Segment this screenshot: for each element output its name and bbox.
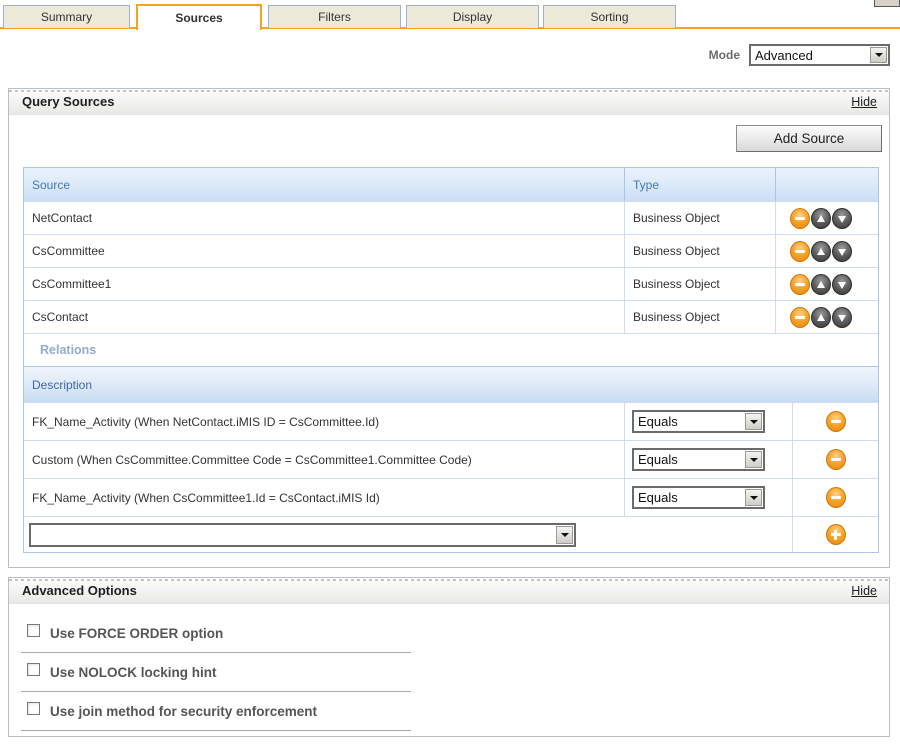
source-name: NetContact (24, 202, 625, 234)
new-relation-select-value (31, 525, 555, 545)
tab-bar: Summary Sources Filters Display Sorting (3, 5, 676, 30)
description-header-row: Description (24, 366, 878, 402)
relation-row: FK_Name_Activity (When CsCommittee1.Id =… (24, 478, 878, 516)
tab-sorting[interactable]: Sorting (543, 5, 676, 28)
mode-label: Mode (709, 48, 740, 62)
tab-sources[interactable]: Sources (136, 4, 262, 30)
mode-select[interactable]: Advanced (749, 44, 890, 66)
source-name: CsContact (24, 301, 625, 333)
option-row-join-method: Use join method for security enforcement (21, 692, 411, 731)
query-sources-table: Source Type NetContact Business Object C… (23, 167, 879, 553)
source-row: CsCommittee1 Business Object (24, 267, 878, 300)
dropdown-arrow-icon[interactable] (745, 489, 762, 506)
move-down-icon[interactable] (832, 241, 852, 262)
remove-relation-icon[interactable] (826, 487, 846, 508)
move-up-icon[interactable] (811, 274, 831, 295)
join-method-label: Use join method for security enforcement (50, 704, 317, 719)
tab-label: Filters (318, 10, 351, 24)
join-method-checkbox[interactable] (27, 702, 40, 715)
relation-operator-select[interactable]: Equals (632, 410, 765, 433)
option-row-force-order: Use FORCE ORDER option (21, 614, 411, 653)
tab-label: Display (453, 10, 492, 24)
move-up-icon[interactable] (811, 241, 831, 262)
relation-operator-value: Equals (634, 450, 744, 469)
nolock-checkbox[interactable] (27, 663, 40, 676)
query-sources-header: Query Sources Hide (9, 89, 889, 115)
dropdown-arrow-icon[interactable] (870, 47, 887, 63)
table-header-row: Source Type (24, 168, 878, 201)
add-source-button[interactable]: Add Source (736, 125, 882, 152)
tab-label: Sources (175, 11, 222, 25)
relation-row: FK_Name_Activity (When NetContact.iMIS I… (24, 402, 878, 440)
description-column-header: Description (24, 367, 878, 402)
remove-source-icon[interactable] (790, 208, 810, 229)
tab-summary[interactable]: Summary (3, 5, 130, 28)
relation-operator-value: Equals (634, 412, 744, 431)
mode-row: Mode Advanced (709, 44, 890, 66)
tab-label: Sorting (590, 10, 628, 24)
dropdown-arrow-icon[interactable] (556, 526, 573, 544)
query-builder-window: Summary Sources Filters Display Sorting … (0, 0, 900, 747)
new-relation-row (24, 516, 878, 552)
move-up-icon[interactable] (811, 208, 831, 229)
relations-section-row: Relations (24, 333, 878, 366)
query-sources-title: Query Sources (22, 94, 115, 109)
source-type: Business Object (625, 301, 776, 333)
relation-operator-value: Equals (634, 488, 744, 507)
source-type: Business Object (625, 202, 776, 234)
query-sources-panel: Query Sources Hide Add Source Source Typ… (8, 88, 890, 568)
force-order-checkbox[interactable] (27, 624, 40, 637)
mode-select-value: Advanced (751, 46, 869, 64)
source-row: NetContact Business Object (24, 201, 878, 234)
advanced-options-body: Use FORCE ORDER option Use NOLOCK lockin… (9, 604, 889, 731)
column-header-actions (776, 168, 878, 201)
relation-operator-select[interactable]: Equals (632, 486, 765, 509)
option-row-nolock: Use NOLOCK locking hint (21, 653, 411, 692)
relations-label[interactable]: Relations (24, 334, 878, 366)
column-header-source: Source (24, 168, 625, 201)
relation-description: Custom (When CsCommittee.Committee Code … (24, 441, 625, 478)
source-row: CsContact Business Object (24, 300, 878, 333)
advanced-options-hide-link[interactable]: Hide (851, 584, 877, 598)
source-type: Business Object (625, 235, 776, 267)
move-down-icon[interactable] (832, 208, 852, 229)
force-order-label: Use FORCE ORDER option (50, 626, 223, 641)
query-sources-hide-link[interactable]: Hide (851, 95, 877, 109)
remove-source-icon[interactable] (790, 307, 810, 328)
advanced-options-panel: Advanced Options Hide Use FORCE ORDER op… (8, 577, 890, 737)
move-down-icon[interactable] (832, 307, 852, 328)
source-type: Business Object (625, 268, 776, 300)
tab-label: Summary (41, 10, 92, 24)
new-relation-select[interactable] (29, 523, 576, 547)
remove-relation-icon[interactable] (826, 411, 846, 432)
column-header-type: Type (625, 168, 776, 201)
add-relation-icon[interactable] (826, 524, 846, 545)
relation-operator-select[interactable]: Equals (632, 448, 765, 471)
relation-description: FK_Name_Activity (When NetContact.iMIS I… (24, 403, 625, 440)
advanced-options-header: Advanced Options Hide (9, 578, 889, 604)
tab-filters[interactable]: Filters (268, 5, 401, 28)
tab-display[interactable]: Display (406, 5, 539, 28)
source-name: CsCommittee1 (24, 268, 625, 300)
remove-relation-icon[interactable] (826, 449, 846, 470)
window-control-fragment[interactable] (874, 0, 900, 7)
remove-source-icon[interactable] (790, 241, 810, 262)
dropdown-arrow-icon[interactable] (745, 451, 762, 468)
relation-description: FK_Name_Activity (When CsCommittee1.Id =… (24, 479, 625, 516)
advanced-options-title: Advanced Options (22, 583, 137, 598)
source-name: CsCommittee (24, 235, 625, 267)
source-row: CsCommittee Business Object (24, 234, 878, 267)
relation-row: Custom (When CsCommittee.Committee Code … (24, 440, 878, 478)
dropdown-arrow-icon[interactable] (745, 413, 762, 430)
move-up-icon[interactable] (811, 307, 831, 328)
remove-source-icon[interactable] (790, 274, 810, 295)
move-down-icon[interactable] (832, 274, 852, 295)
nolock-label: Use NOLOCK locking hint (50, 665, 217, 680)
